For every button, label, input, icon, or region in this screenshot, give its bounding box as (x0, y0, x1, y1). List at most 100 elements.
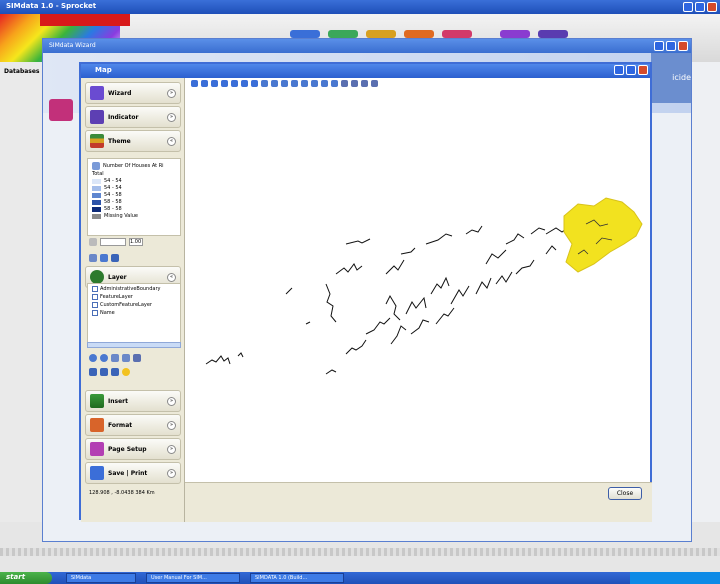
remove-layer-icon[interactable] (100, 354, 108, 362)
app-tabstrip (290, 30, 568, 38)
panel-theme[interactable]: Theme « (85, 130, 181, 152)
legend-swatch (92, 213, 101, 219)
tab-2[interactable] (328, 30, 358, 38)
chevron-down-icon[interactable]: » (167, 469, 176, 478)
add-layer-icon[interactable] (89, 354, 97, 362)
chevron-down-icon[interactable]: » (167, 397, 176, 406)
legend-item: 58 - 58 (104, 199, 122, 205)
layer-checkbox[interactable] (92, 302, 98, 308)
layer-checkbox[interactable] (92, 294, 98, 300)
panel-insert[interactable]: Insert » (85, 390, 181, 412)
measure-icon[interactable] (271, 80, 278, 87)
panel-save-print[interactable]: Save | Print » (85, 462, 181, 484)
identify-icon[interactable] (261, 80, 268, 87)
panel-label: Page Setup (108, 446, 147, 453)
refresh-icon[interactable] (331, 80, 338, 87)
map-titlebar: Map (81, 64, 650, 78)
copy-icon[interactable] (100, 254, 108, 262)
map-minimize-icon[interactable] (614, 65, 624, 75)
wizard-close-icon[interactable] (678, 41, 688, 51)
line-style-icon[interactable] (89, 238, 97, 246)
bookmark-icon[interactable] (351, 80, 358, 87)
layer-properties-icon[interactable] (89, 368, 97, 376)
panel-page-setup[interactable]: Page Setup » (85, 438, 181, 460)
info-icon[interactable] (111, 254, 119, 262)
panel-label: Layer (108, 274, 127, 281)
tab-7[interactable] (538, 30, 568, 38)
taskbar-item[interactable]: User Manual For SIM... (146, 573, 240, 583)
panel-label: Wizard (108, 90, 132, 97)
layer-tools-row-2 (89, 368, 130, 376)
layer-style-icon[interactable] (100, 368, 108, 376)
settings-icon[interactable] (89, 254, 97, 262)
close-icon[interactable] (707, 2, 717, 12)
wizard-minimize-icon[interactable] (654, 41, 664, 51)
legend-item: 54 - 58 (104, 192, 122, 198)
map-maximize-icon[interactable] (626, 65, 636, 75)
chevron-up-icon[interactable]: « (167, 273, 176, 282)
tab-1[interactable] (290, 30, 320, 38)
draw-icon[interactable] (291, 80, 298, 87)
save-icon (90, 466, 104, 480)
indicator-icon (90, 110, 104, 124)
chevron-down-icon[interactable]: » (167, 113, 176, 122)
map-footer (185, 482, 652, 522)
panel-indicator[interactable]: Indicator » (85, 106, 181, 128)
wizard-maximize-icon[interactable] (666, 41, 676, 51)
panel-format[interactable]: Format » (85, 414, 181, 436)
close-button[interactable]: Close (608, 487, 642, 500)
panel-label: Insert (108, 398, 128, 405)
full-extent-icon[interactable] (231, 80, 238, 87)
zoom-layer-icon[interactable] (133, 354, 141, 362)
format-icon (90, 418, 104, 432)
tab-4[interactable] (404, 30, 434, 38)
select-icon[interactable] (191, 80, 198, 87)
legend-edit-icon[interactable] (92, 162, 100, 170)
start-button[interactable]: start (0, 572, 52, 584)
next-extent-icon[interactable] (251, 80, 258, 87)
layer-item[interactable]: FeatureLayer (100, 294, 133, 300)
line-style-select[interactable] (100, 238, 126, 246)
wizard-step-icon (49, 99, 73, 121)
layer-icon (90, 270, 104, 284)
pencil-icon[interactable] (301, 80, 308, 87)
minimize-icon[interactable] (683, 2, 693, 12)
tab-5[interactable] (442, 30, 472, 38)
map-canvas[interactable] (186, 94, 650, 482)
layer-scrollbar[interactable] (87, 342, 181, 348)
chevron-down-icon[interactable]: » (167, 445, 176, 454)
layer-up-icon[interactable] (111, 354, 119, 362)
zoom-out-icon[interactable] (221, 80, 228, 87)
chevron-down-icon[interactable]: » (167, 421, 176, 430)
taskbar-item[interactable]: SIMDATA 1.0 (Build... (250, 573, 344, 583)
legend-swatch (92, 192, 101, 198)
chevron-down-icon[interactable]: » (167, 89, 176, 98)
export-icon[interactable] (361, 80, 368, 87)
print-icon[interactable] (371, 80, 378, 87)
panel-wizard[interactable]: Wizard » (85, 82, 181, 104)
wizard-right-banner: icide (651, 53, 691, 103)
layer-item[interactable]: Name (100, 310, 115, 316)
chevron-up-icon[interactable]: « (167, 137, 176, 146)
maximize-icon[interactable] (695, 2, 705, 12)
layer-down-icon[interactable] (122, 354, 130, 362)
previous-extent-icon[interactable] (241, 80, 248, 87)
tab-6[interactable] (500, 30, 530, 38)
taskbar-item[interactable]: SIMdata (66, 573, 136, 583)
label-icon[interactable] (281, 80, 288, 87)
pan-icon[interactable] (201, 80, 208, 87)
zoom-in-icon[interactable] (211, 80, 218, 87)
line-icon[interactable] (321, 80, 328, 87)
layer-item[interactable]: AdministrativeBoundary (100, 286, 160, 292)
tab-3[interactable] (366, 30, 396, 38)
find-icon[interactable] (341, 80, 348, 87)
highlighted-region[interactable] (563, 197, 643, 273)
layer-label-icon[interactable] (111, 368, 119, 376)
layer-item[interactable]: CustomFeatureLayer (100, 302, 152, 308)
layer-checkbox[interactable] (92, 310, 98, 316)
line-width-input[interactable]: 1.00 (129, 238, 143, 246)
map-close-icon[interactable] (638, 65, 648, 75)
text-icon[interactable] (311, 80, 318, 87)
star-icon[interactable] (122, 368, 130, 376)
layer-checkbox[interactable] (92, 286, 98, 292)
